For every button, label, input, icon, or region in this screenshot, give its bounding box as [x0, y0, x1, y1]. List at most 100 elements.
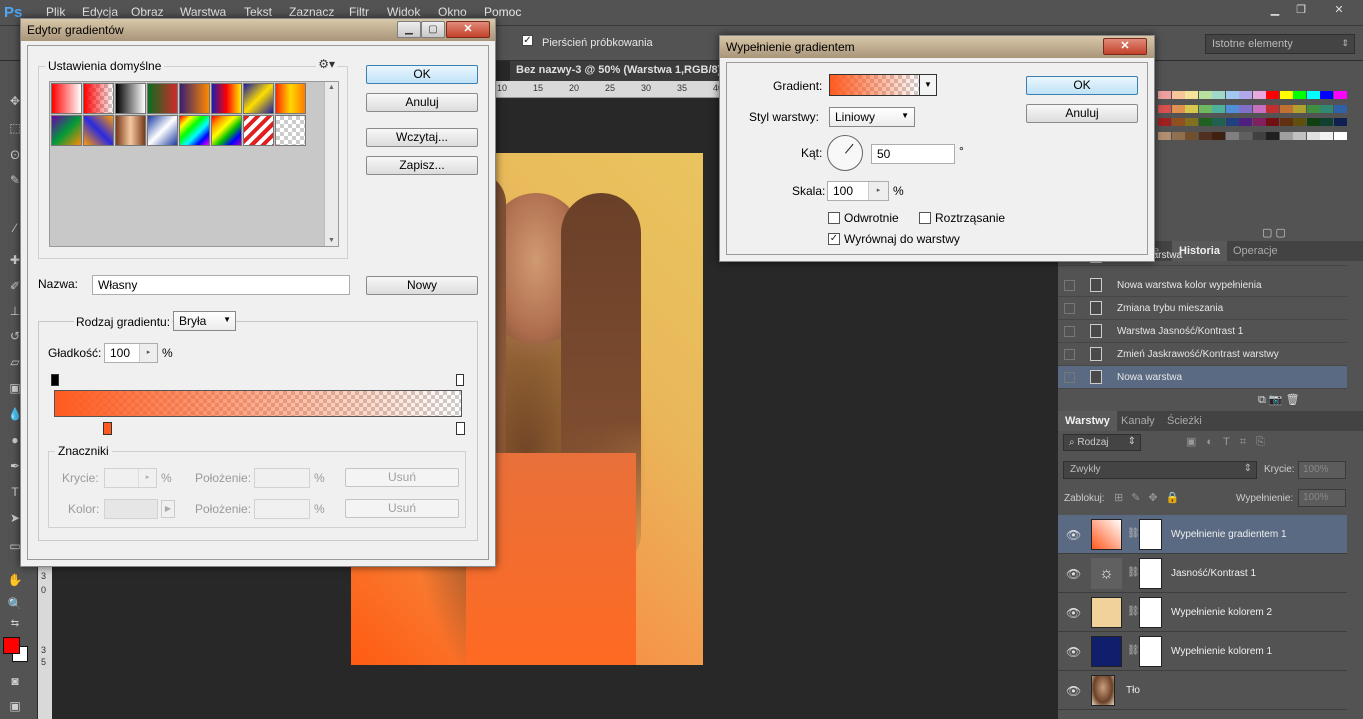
color-swatch[interactable]: [1333, 91, 1347, 99]
eye-icon[interactable]: 👁: [1066, 684, 1081, 698]
color-swatch[interactable]: [1252, 104, 1266, 113]
align-checkbox[interactable]: ✓: [828, 233, 840, 245]
color-swatch[interactable]: [1279, 118, 1293, 126]
history-item[interactable]: Zmień Jaskrawość/Kontrast warstwy: [1058, 343, 1347, 366]
color-swatch[interactable]: [1320, 104, 1333, 113]
gradient-preset[interactable]: [211, 115, 242, 146]
history-checkbox[interactable]: [1064, 303, 1075, 314]
fill-field[interactable]: 100%: [1298, 489, 1346, 507]
color-swatch[interactable]: [1252, 118, 1266, 126]
color-swatch[interactable]: [1158, 91, 1171, 99]
tab-paths[interactable]: Ścieżki: [1160, 411, 1209, 431]
history-checkbox[interactable]: [1064, 349, 1075, 360]
gradient-preset[interactable]: [211, 83, 242, 114]
menu-view[interactable]: Widok: [387, 5, 420, 19]
color-swatch[interactable]: [1171, 91, 1185, 99]
color-swatch[interactable]: [1239, 104, 1252, 113]
scroll-down-icon[interactable]: ▼: [328, 237, 335, 244]
color-swatch[interactable]: [1198, 131, 1212, 140]
color-stop-right[interactable]: [456, 422, 465, 435]
gradient-preset[interactable]: [179, 115, 210, 146]
scroll-up-icon[interactable]: ▲: [328, 84, 335, 91]
color-swatch[interactable]: [1239, 131, 1252, 140]
color-swatch[interactable]: [1171, 118, 1185, 126]
close-icon[interactable]: ✕: [1103, 38, 1147, 55]
chevron-down-icon[interactable]: ▼: [919, 75, 936, 95]
restore-icon[interactable]: ❐: [1292, 2, 1310, 18]
color-swatch[interactable]: [1266, 118, 1279, 126]
color-swatch[interactable]: [1252, 91, 1266, 99]
maximize-icon[interactable]: ▢: [421, 21, 445, 38]
gradient-preset[interactable]: [147, 83, 178, 114]
cancel-button[interactable]: Anuluj: [1026, 104, 1138, 123]
color-swatch[interactable]: [1185, 104, 1198, 113]
color-swatch[interactable]: [1306, 118, 1320, 126]
close-icon[interactable]: ✕: [1330, 2, 1348, 18]
color-swatch[interactable]: [1252, 131, 1266, 140]
load-button[interactable]: Wczytaj...: [366, 128, 478, 147]
color-swatch[interactable]: [1333, 104, 1347, 113]
color-swatch[interactable]: [1293, 131, 1306, 140]
color-swatch[interactable]: [1225, 118, 1239, 126]
color-swatch[interactable]: [1293, 118, 1306, 126]
gradient-preset[interactable]: [115, 83, 146, 114]
color-swatch[interactable]: [1185, 118, 1198, 126]
menu-layer[interactable]: Warstwa: [180, 5, 226, 19]
color-swatch[interactable]: [1198, 91, 1212, 99]
gradient-preset[interactable]: [83, 115, 114, 146]
angle-dial[interactable]: [827, 135, 863, 171]
workspace-select[interactable]: Istotne elementy ⇕: [1205, 34, 1355, 54]
dither-checkbox[interactable]: [919, 212, 931, 224]
angle-field[interactable]: 50: [871, 144, 955, 164]
color-stop-left[interactable]: [103, 422, 112, 435]
new-button[interactable]: Nowy: [366, 276, 478, 295]
blend-mode-select[interactable]: Zwykły ⇕: [1063, 461, 1257, 479]
gradient-type-select[interactable]: Bryła ▼: [173, 311, 236, 331]
save-button[interactable]: Zapisz...: [366, 156, 478, 175]
color-swatch[interactable]: [1158, 104, 1171, 113]
history-checkbox[interactable]: [1064, 326, 1075, 337]
gradient-preset[interactable]: [275, 83, 306, 114]
color-swatch[interactable]: [1171, 131, 1185, 140]
gradient-preset[interactable]: [243, 115, 274, 146]
lock-icons[interactable]: ⊞✎✥🔒: [1114, 491, 1187, 504]
history-item-selected[interactable]: Nowa warstwa: [1058, 366, 1347, 389]
layer-row[interactable]: 👁 ⛓ Wypełnienie kolorem 1: [1058, 632, 1347, 671]
color-swatch[interactable]: [1239, 118, 1252, 126]
color-swatch[interactable]: [1320, 91, 1333, 99]
eye-icon[interactable]: 👁: [1066, 606, 1081, 620]
color-swatch[interactable]: [1225, 131, 1239, 140]
color-swatch[interactable]: [1212, 104, 1225, 113]
history-actions-icons[interactable]: ⧉ 📷 🗑: [1258, 393, 1300, 407]
color-swatch[interactable]: [1306, 104, 1320, 113]
color-swatch[interactable]: [1158, 131, 1171, 140]
cancel-button[interactable]: Anuluj: [366, 93, 478, 112]
gradient-bar[interactable]: [54, 390, 462, 417]
gradient-preset[interactable]: [179, 83, 210, 114]
sampling-ring-checkbox[interactable]: ✓: [522, 35, 533, 46]
tab-channels[interactable]: Kanały: [1114, 411, 1162, 431]
name-field[interactable]: Własny: [92, 275, 350, 295]
color-swatch[interactable]: [1320, 131, 1333, 140]
color-swatch[interactable]: [1185, 131, 1198, 140]
foreground-color-swatch[interactable]: [3, 637, 20, 654]
gradient-picker[interactable]: ▼: [829, 74, 937, 96]
screen-mode-icon[interactable]: ▣: [7, 699, 23, 713]
color-swatch[interactable]: [1293, 91, 1306, 99]
presets-scrollbar[interactable]: ▲ ▼: [324, 82, 338, 246]
layer-row[interactable]: 👁 ⛓ Wypełnienie kolorem 2: [1058, 593, 1347, 632]
color-swatch[interactable]: [1293, 104, 1306, 113]
history-checkbox[interactable]: [1064, 280, 1075, 291]
eye-icon[interactable]: 👁: [1066, 528, 1081, 542]
zoom-tool-icon[interactable]: 🔍: [7, 597, 23, 611]
minimize-icon[interactable]: ▁: [397, 21, 421, 38]
history-item[interactable]: Nowa warstwa kolor wypełnienia: [1058, 274, 1347, 297]
color-swatch[interactable]: [1320, 118, 1333, 126]
stepper-arrow-icon[interactable]: ▸: [868, 182, 888, 200]
close-icon[interactable]: ✕: [446, 21, 490, 38]
color-swatch[interactable]: [1279, 91, 1293, 99]
history-checkbox[interactable]: [1064, 372, 1075, 383]
color-swatch[interactable]: [1333, 131, 1347, 140]
color-swatch[interactable]: [1266, 91, 1279, 99]
menu-type[interactable]: Tekst: [244, 5, 272, 19]
